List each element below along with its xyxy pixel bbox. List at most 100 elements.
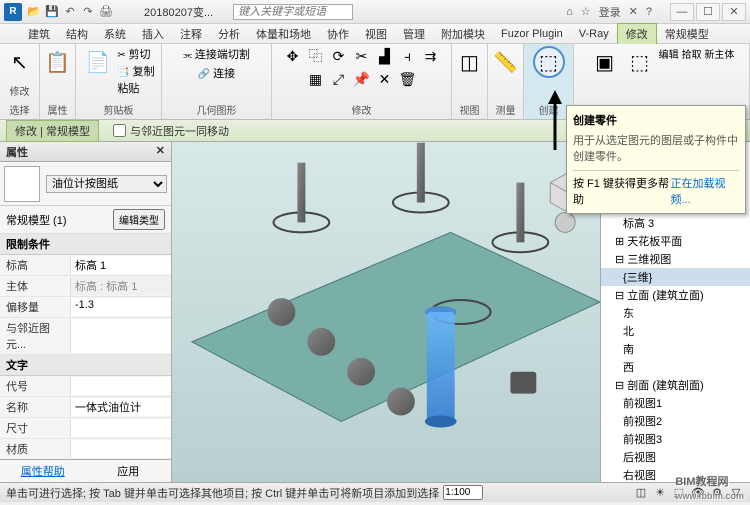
- quick-access-toolbar: 📂 💾 ↶ ↷ 🖨: [26, 4, 114, 20]
- browser-node[interactable]: 东: [601, 304, 750, 322]
- app-logo: R: [4, 3, 22, 21]
- menu-视图[interactable]: 视图: [357, 24, 395, 44]
- icon-star[interactable]: ☆: [581, 5, 591, 18]
- properties-title: 属性: [6, 144, 28, 159]
- scale-input[interactable]: [443, 485, 483, 500]
- browser-node[interactable]: 北: [601, 322, 750, 340]
- menu-V-Ray[interactable]: V-Ray: [571, 26, 617, 42]
- copy-button[interactable]: 📑 复制: [117, 63, 154, 79]
- instance-filter[interactable]: 常规模型 (1): [6, 212, 113, 228]
- scale-icon[interactable]: ⤢: [329, 69, 349, 89]
- align-icon[interactable]: ⫞: [398, 46, 418, 66]
- copy2-icon[interactable]: ⿻: [306, 46, 326, 66]
- pick-host-icon[interactable]: ⬚: [624, 46, 656, 78]
- mirror-icon[interactable]: ▟: [375, 46, 395, 66]
- statusbar: 单击可进行选择; 按 Tab 键并单击可选择其他项目; 按 Ctrl 键并单击可…: [0, 482, 750, 502]
- qat-print-icon[interactable]: 🖨: [98, 4, 114, 20]
- menu-附加模块[interactable]: 附加模块: [433, 24, 493, 44]
- browser-node[interactable]: 标高 3: [601, 214, 750, 232]
- pin-icon[interactable]: 📌: [352, 69, 372, 89]
- menu-结构[interactable]: 结构: [58, 24, 96, 44]
- prop-row[interactable]: 标高标高 1: [0, 255, 171, 276]
- paste-button[interactable]: 粘贴: [117, 80, 154, 96]
- move-with-nearby-checkbox[interactable]: [113, 124, 126, 137]
- select-arrow-icon[interactable]: ↖: [4, 46, 36, 78]
- group-text: 文字: [0, 355, 171, 376]
- 3d-viewport[interactable]: [172, 142, 600, 482]
- menu-常规模型[interactable]: 常规模型: [657, 24, 717, 44]
- search-input[interactable]: [233, 4, 353, 20]
- browser-node[interactable]: 南: [601, 340, 750, 358]
- rotate-icon[interactable]: ⟳: [329, 46, 349, 66]
- browser-node[interactable]: 西: [601, 358, 750, 376]
- offset-icon[interactable]: ⇉: [421, 46, 441, 66]
- menu-系统[interactable]: 系统: [96, 24, 134, 44]
- icon-help[interactable]: ⌂: [566, 6, 573, 18]
- move-icon[interactable]: ✥: [283, 46, 303, 66]
- minimize-button[interactable]: —: [670, 3, 694, 21]
- browser-node[interactable]: {三维}: [601, 268, 750, 286]
- prop-row[interactable]: 与邻近图元...: [0, 318, 171, 355]
- browser-node[interactable]: ⊟ 剖面 (建筑剖面): [601, 376, 750, 394]
- prop-row[interactable]: 尺寸: [0, 418, 171, 439]
- browser-node[interactable]: 后视图: [601, 448, 750, 466]
- menubar: 建筑结构系统插入注释分析体量和场地协作视图管理附加模块Fuzor PluginV…: [0, 24, 750, 44]
- qat-save-icon[interactable]: 💾: [44, 4, 60, 20]
- browser-node[interactable]: 前视图2: [601, 412, 750, 430]
- browser-node[interactable]: ⊟ 立面 (建筑立面): [601, 286, 750, 304]
- menu-分析[interactable]: 分析: [210, 24, 248, 44]
- menu-建筑[interactable]: 建筑: [20, 24, 58, 44]
- prop-row[interactable]: 材质: [0, 439, 171, 459]
- maximize-button[interactable]: ☐: [696, 3, 720, 21]
- qat-redo-icon[interactable]: ↷: [80, 4, 96, 20]
- qat-undo-icon[interactable]: ↶: [62, 4, 78, 20]
- array-icon[interactable]: ▦: [306, 69, 326, 89]
- prop-row[interactable]: 偏移量-1.3: [0, 297, 171, 318]
- status-icon-1[interactable]: ◫: [633, 485, 649, 501]
- browser-node[interactable]: ⊞ 天花板平面: [601, 232, 750, 250]
- properties-help-link[interactable]: 属性帮助: [0, 460, 86, 482]
- trim-icon[interactable]: ✂: [352, 46, 372, 66]
- paste-icon[interactable]: 📄: [82, 46, 114, 78]
- measure-icon[interactable]: 📏: [490, 46, 522, 78]
- edit-workplane-icon[interactable]: ▣: [589, 46, 621, 78]
- icon-hint[interactable]: ?: [646, 6, 652, 18]
- login-link[interactable]: 登录: [599, 4, 621, 20]
- prop-row[interactable]: 主体标高 : 标高 1: [0, 276, 171, 297]
- link-button[interactable]: 🔗 连接: [198, 65, 235, 81]
- icon-exchange[interactable]: ✕: [629, 5, 638, 18]
- type-selector[interactable]: 油位计按图纸: [46, 175, 167, 193]
- status-message: 单击可进行选择; 按 Tab 键并单击可选择其他项目; 按 Ctrl 键并单击可…: [6, 485, 439, 501]
- properties-close-icon[interactable]: ✕: [156, 144, 165, 159]
- menu-协作[interactable]: 协作: [319, 24, 357, 44]
- view-icon[interactable]: ◫: [454, 46, 486, 78]
- create-parts-icon[interactable]: ⬚: [533, 46, 565, 78]
- menu-注释[interactable]: 注释: [172, 24, 210, 44]
- nav-wheel-icon[interactable]: [555, 212, 575, 232]
- edit-type-button[interactable]: 编辑类型: [113, 209, 165, 230]
- split-icon[interactable]: ✕: [375, 69, 395, 89]
- properties-icon[interactable]: 📋: [42, 46, 74, 78]
- browser-node[interactable]: ⊟ 三维视图: [601, 250, 750, 268]
- menu-体量和场地[interactable]: 体量和场地: [248, 24, 319, 44]
- delete-icon[interactable]: 🗑: [398, 69, 418, 89]
- selected-gauge[interactable]: [425, 306, 457, 427]
- close-button[interactable]: ✕: [722, 3, 746, 21]
- prop-row[interactable]: 代号: [0, 376, 171, 397]
- document-title: 20180207变...: [144, 4, 213, 20]
- join-end-button[interactable]: ⫘ 连接端切割: [183, 46, 250, 62]
- tooltip-video-link[interactable]: 正在加载视频...: [670, 175, 739, 207]
- tooltip-create-parts: 创建零件 用于从选定图元的图层或子构件中创建零件。 按 F1 键获得更多帮助 正…: [566, 105, 746, 214]
- titlebar: R 📂 💾 ↶ ↷ 🖨 20180207变... ⌂ ☆ 登录 ✕ ? — ☐ …: [0, 0, 750, 24]
- menu-Fuzor Plugin[interactable]: Fuzor Plugin: [493, 26, 571, 42]
- prop-row[interactable]: 名称一体式油位计: [0, 397, 171, 418]
- menu-插入[interactable]: 插入: [134, 24, 172, 44]
- cut-button[interactable]: ✂ 剪切: [117, 46, 154, 62]
- apply-button[interactable]: 应用: [86, 460, 172, 482]
- browser-node[interactable]: 前视图1: [601, 394, 750, 412]
- menu-修改[interactable]: 修改: [617, 23, 657, 45]
- menu-管理[interactable]: 管理: [395, 24, 433, 44]
- qat-open-icon[interactable]: 📂: [26, 4, 42, 20]
- browser-node[interactable]: 前视图3: [601, 430, 750, 448]
- status-icon-2[interactable]: ☀: [652, 485, 668, 501]
